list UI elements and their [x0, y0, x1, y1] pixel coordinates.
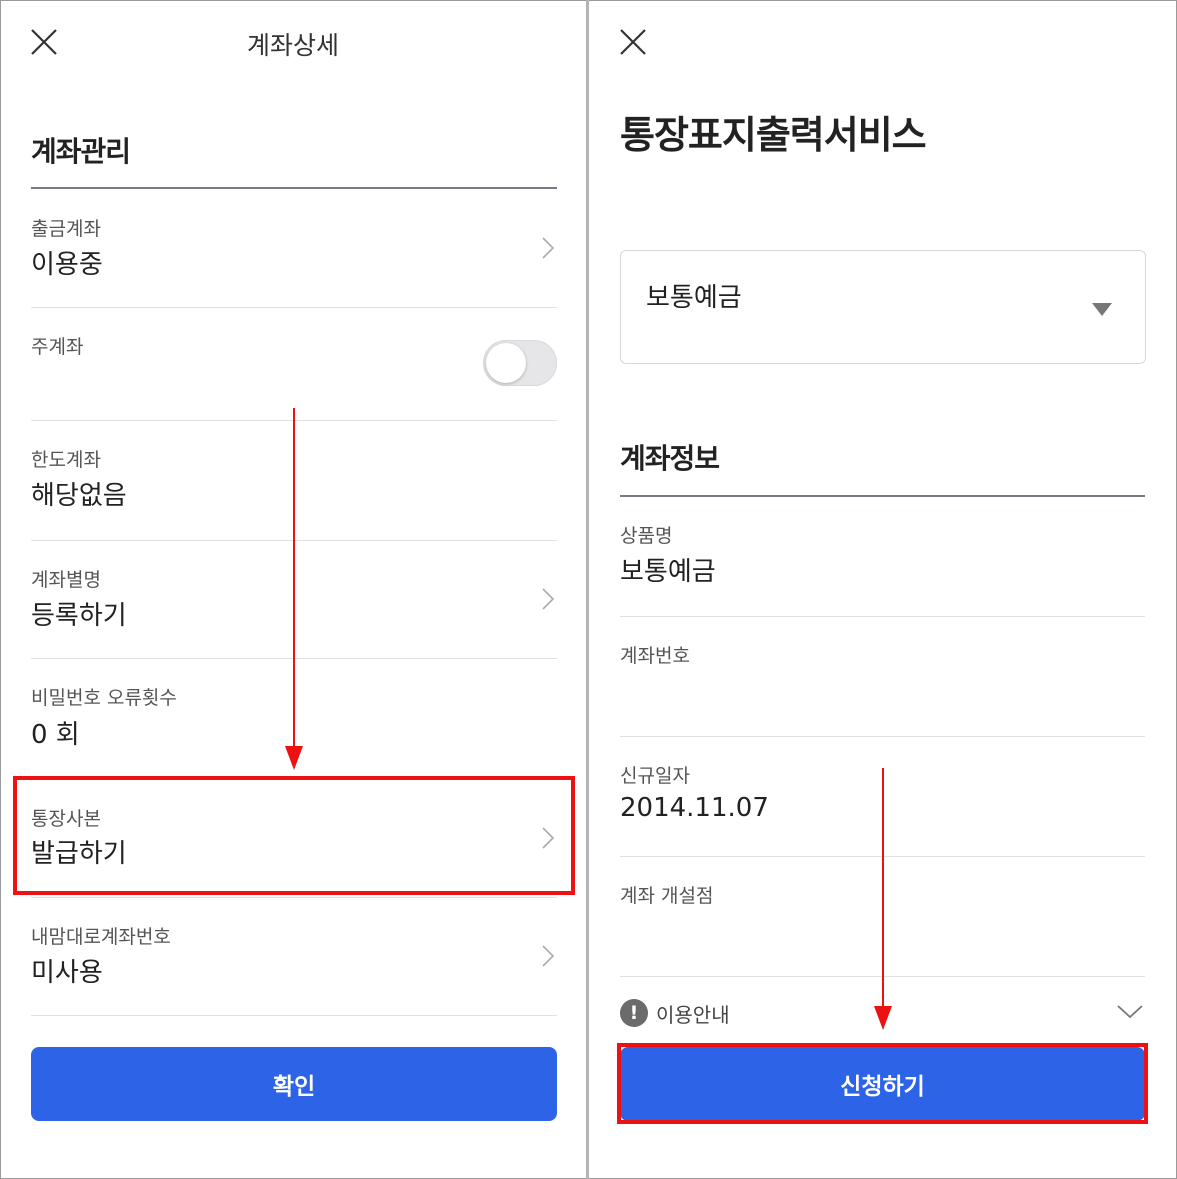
list-item-open-date: 신규일자 2014.11.07	[620, 737, 1145, 856]
row-value: 미사용	[31, 958, 103, 988]
row-label: 주계좌	[31, 336, 84, 358]
page-title: 통장표지출력서비스	[620, 113, 927, 157]
row-divider	[620, 976, 1145, 977]
section-divider	[31, 187, 557, 189]
chevron-right-icon	[542, 588, 555, 614]
row-label: 통장사본	[31, 808, 101, 830]
row-label: 신규일자	[620, 765, 690, 787]
chevron-right-icon	[542, 237, 555, 263]
row-divider	[31, 1015, 557, 1016]
chevron-right-icon	[542, 827, 555, 853]
list-item-limit-account: 한도계좌 해당없음	[31, 421, 557, 540]
list-item-password-errors: 비밀번호 오류횟수 0 회	[31, 659, 557, 779]
main-account-toggle[interactable]	[483, 340, 557, 386]
row-label: 상품명	[620, 525, 673, 547]
list-item-passbook-copy[interactable]: 통장사본 발급하기	[31, 780, 557, 897]
caret-down-icon	[1092, 303, 1112, 316]
row-value: 보통예금	[620, 557, 716, 587]
row-label: 계좌번호	[620, 645, 690, 667]
list-item-opening-branch: 계좌 개설점	[620, 857, 1145, 976]
list-item-withdrawal-account[interactable]: 출금계좌 이용중	[31, 190, 557, 307]
row-value: 0 회	[31, 720, 80, 750]
close-icon[interactable]	[619, 28, 647, 56]
section-title: 계좌정보	[620, 442, 720, 475]
info-icon: !	[620, 999, 648, 1027]
section-title: 계좌관리	[31, 135, 131, 168]
page-title: 계좌상세	[246, 31, 339, 60]
chevron-right-icon	[542, 945, 555, 971]
row-label: 출금계좌	[31, 218, 101, 240]
chevron-down-icon	[1117, 1004, 1143, 1023]
select-value: 보통예금	[646, 283, 742, 313]
row-value: 2014.11.07	[620, 793, 769, 823]
passbook-cover-service-panel: 통장표지출력서비스 보통예금 계좌정보 상품명 보통예금 계좌번호 신규일자 2…	[589, 0, 1177, 1179]
list-item-custom-account-number[interactable]: 내맘대로계좌번호 미사용	[31, 898, 557, 1015]
toggle-knob	[486, 343, 526, 383]
row-value: 발급하기	[31, 839, 127, 869]
row-label: 계좌별명	[31, 569, 101, 591]
row-value: 해당없음	[31, 481, 127, 511]
row-label: 한도계좌	[31, 449, 101, 471]
usage-notice-toggle[interactable]: ! 이용안내	[620, 997, 1145, 1029]
account-type-select[interactable]: 보통예금	[620, 250, 1146, 364]
row-label: 비밀번호 오류횟수	[31, 687, 177, 709]
usage-notice-label: 이용안내	[656, 1002, 730, 1027]
account-detail-panel: 계좌상세 계좌관리 출금계좌 이용중 주계좌 한도계좌 해당없음 계좌별명 등록…	[0, 0, 586, 1179]
list-item-product-name: 상품명 보통예금	[620, 497, 1145, 616]
row-value: 등록하기	[31, 601, 127, 631]
confirm-button[interactable]: 확인	[31, 1047, 557, 1121]
row-label: 계좌 개설점	[620, 885, 714, 907]
row-label: 내맘대로계좌번호	[31, 926, 171, 948]
list-item-account-number: 계좌번호	[620, 617, 1145, 736]
list-item-account-nickname[interactable]: 계좌별명 등록하기	[31, 541, 557, 658]
row-value: 이용중	[31, 250, 103, 280]
apply-button[interactable]: 신청하기	[620, 1047, 1145, 1121]
list-item-main-account: 주계좌	[31, 308, 557, 420]
